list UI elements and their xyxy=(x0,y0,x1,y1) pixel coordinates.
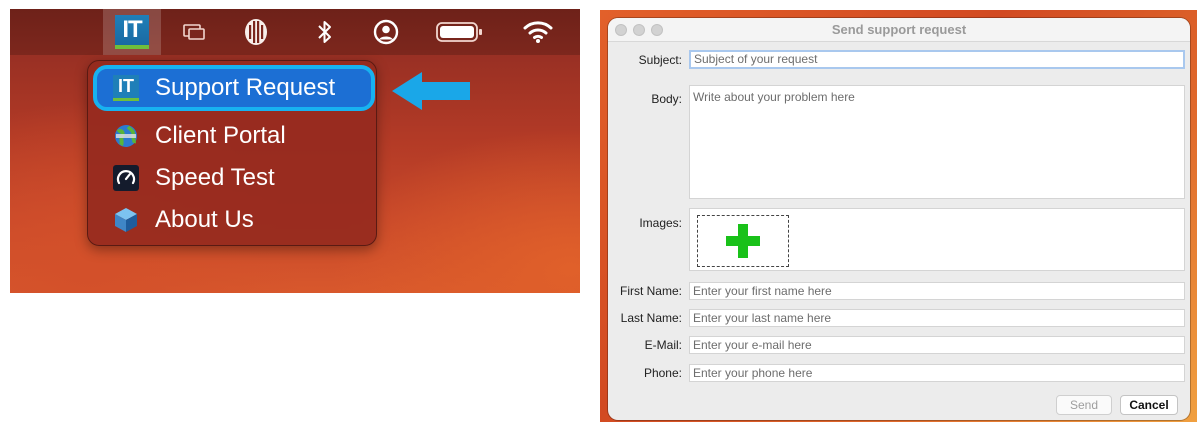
pointer-arrow-icon xyxy=(392,71,474,116)
phone-label: Phone: xyxy=(643,366,682,380)
menu-item-client-portal[interactable]: Client Portal xyxy=(98,117,368,155)
images-label: Images: xyxy=(639,216,682,230)
first-name-field[interactable]: Enter your first name here xyxy=(689,282,1185,300)
audio-levels-icon[interactable] xyxy=(238,9,274,55)
cancel-button[interactable]: Cancel xyxy=(1120,395,1178,415)
menu-item-about-us[interactable]: About Us xyxy=(98,201,368,239)
support-dialog-screenshot: Send support request Subject: Subject of… xyxy=(600,10,1197,422)
plus-icon xyxy=(726,224,760,258)
window-title: Send support request xyxy=(831,22,967,37)
email-placeholder: Enter your e-mail here xyxy=(693,338,812,352)
send-button[interactable]: Send xyxy=(1056,395,1112,415)
body-label: Body: xyxy=(651,92,682,106)
last-name-field[interactable]: Enter your last name here xyxy=(689,309,1185,327)
bluetooth-icon[interactable] xyxy=(310,9,340,55)
phone-placeholder: Enter your phone here xyxy=(693,366,813,380)
support-request-window: Send support request Subject: Subject of… xyxy=(608,18,1190,420)
window-titlebar: Send support request xyxy=(608,18,1190,42)
user-account-icon[interactable] xyxy=(368,9,404,55)
wifi-icon[interactable] xyxy=(518,9,558,55)
menu-item-label: About Us xyxy=(155,206,254,233)
phone-field[interactable]: Enter your phone here xyxy=(689,364,1185,382)
it-menu-extra[interactable]: IT xyxy=(103,9,161,55)
menu-item-speed-test[interactable]: Speed Test xyxy=(98,159,368,197)
menu-item-label: Speed Test xyxy=(155,164,275,191)
menu-bar-screenshot: IT IT Support Request Client Portal Spee… xyxy=(10,9,580,293)
body-textarea[interactable]: Write about your problem here xyxy=(689,85,1185,199)
macos-menu-bar: IT xyxy=(10,9,580,55)
globe-icon xyxy=(113,123,139,149)
display-switch-icon[interactable] xyxy=(176,9,212,55)
menu-item-support-request[interactable]: IT Support Request xyxy=(93,65,375,111)
subject-label: Subject: xyxy=(638,53,682,67)
email-field[interactable]: Enter your e-mail here xyxy=(689,336,1185,354)
subject-placeholder: Subject of your request xyxy=(694,52,818,66)
add-image-button[interactable] xyxy=(697,215,789,267)
menu-item-label: Support Request xyxy=(155,74,336,101)
last-name-label: Last Name: xyxy=(620,311,682,325)
email-label: E-Mail: xyxy=(644,338,682,352)
first-name-placeholder: Enter your first name here xyxy=(693,284,832,298)
subject-field[interactable]: Subject of your request xyxy=(689,50,1185,69)
body-placeholder: Write about your problem here xyxy=(693,90,855,104)
it-logo-icon: IT xyxy=(115,15,149,49)
menu-item-label: Client Portal xyxy=(155,122,286,149)
it-logo-icon: IT xyxy=(113,75,139,101)
battery-icon[interactable] xyxy=(432,9,488,55)
cube-icon xyxy=(113,207,139,233)
last-name-placeholder: Enter your last name here xyxy=(693,311,832,325)
speedometer-icon xyxy=(113,165,139,191)
images-drop-area xyxy=(689,208,1185,271)
it-dropdown-menu: IT Support Request Client Portal Speed T… xyxy=(87,60,377,246)
first-name-label: First Name: xyxy=(619,284,682,298)
